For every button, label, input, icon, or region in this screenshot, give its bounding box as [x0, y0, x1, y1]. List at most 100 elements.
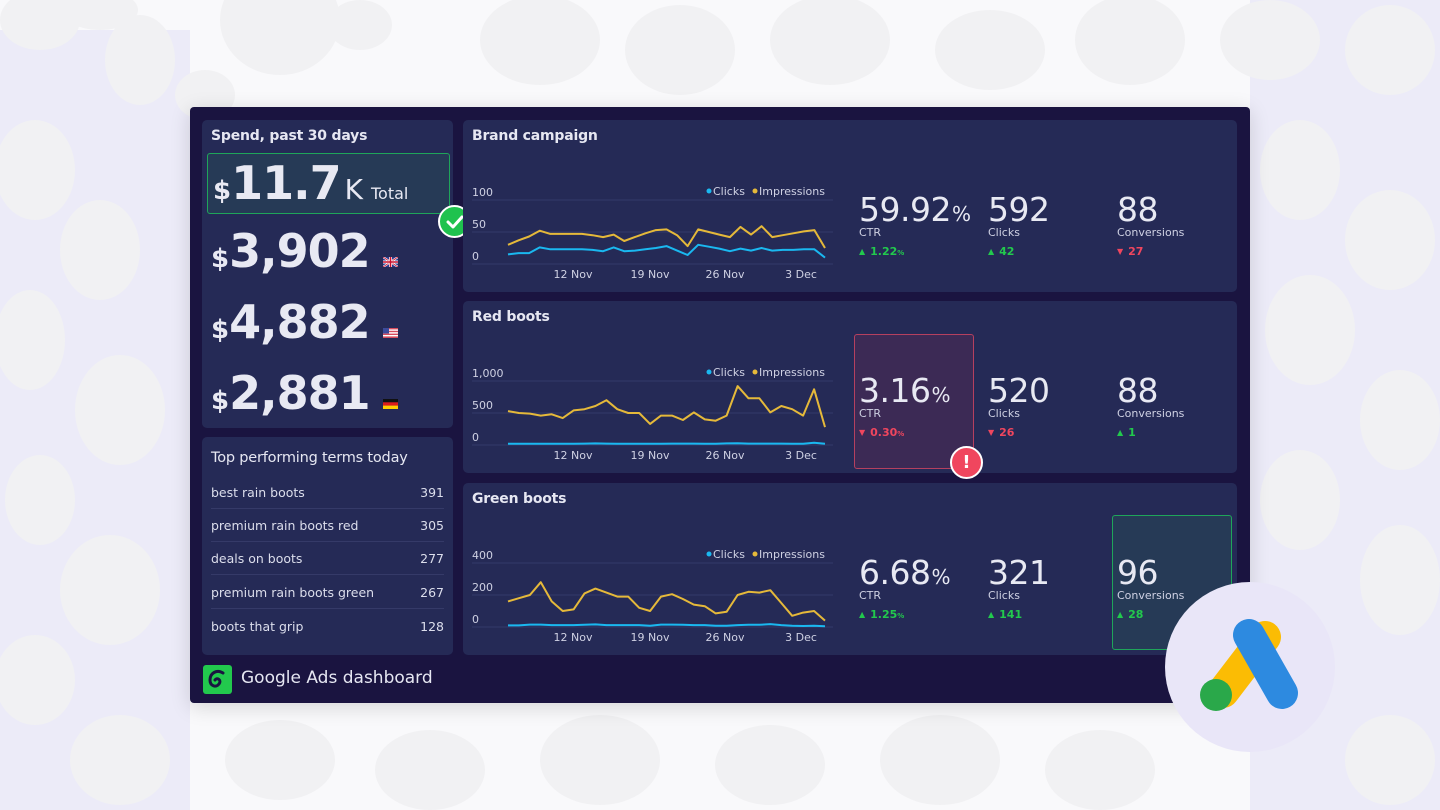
- chart-legend: Clicks Impressions: [706, 548, 825, 561]
- metric-delta: ▲ 1.22%: [859, 245, 971, 258]
- legend-impressions-marker: [752, 369, 758, 375]
- metric-conversions: 88 Conversions ▲ 1: [1117, 371, 1184, 439]
- metric-name: Conversions: [1117, 407, 1185, 420]
- spend-germany-value: 2,881: [229, 366, 371, 420]
- arrow-up-icon: ▲: [859, 247, 866, 256]
- metric-value: 321: [988, 553, 1050, 592]
- x-tick-label: 3 Dec: [785, 449, 817, 462]
- metric-value: 3.16: [859, 371, 931, 410]
- metric-ctr: 59.92% CTR ▲ 1.22%: [859, 190, 971, 258]
- metric-delta: ▲ 1: [1117, 426, 1184, 439]
- spend-title: Spend, past 30 days: [211, 128, 368, 144]
- arrow-up-icon: ▲: [1117, 610, 1124, 619]
- arrow-up-icon: ▲: [1117, 428, 1124, 437]
- spend-total: $11.7 K Total: [213, 156, 408, 210]
- legend-clicks: Clicks: [713, 548, 745, 561]
- term-row: boots that grip 128: [211, 610, 444, 643]
- term-count: 128: [420, 619, 444, 634]
- chart-legend: Clicks Impressions: [706, 366, 825, 379]
- metric-delta: ▲ 141: [988, 608, 1050, 621]
- delta-value: 27: [1128, 245, 1144, 258]
- delta-suffix: %: [897, 249, 905, 257]
- spend-us: $4,882: [211, 295, 398, 349]
- term-row: premium rain boots green 267: [211, 576, 444, 609]
- term-row: premium rain boots red 305: [211, 509, 444, 542]
- series-line-clicks: [507, 243, 826, 259]
- x-tick-label: 12 Nov: [554, 268, 593, 281]
- spend-panel: Spend, past 30 days $11.7 K Total $3,902 $…: [202, 120, 471, 428]
- x-tick-label: 26 Nov: [706, 631, 745, 644]
- brand-campaign-chart: 0 50 100 12 Nov 19 Nov 26 Nov 3 Dec Clicks Impre…: [472, 185, 833, 281]
- arrow-up-icon: ▲: [988, 247, 995, 256]
- x-tick-label: 3 Dec: [785, 268, 817, 281]
- metric-value: 6.68: [859, 553, 931, 592]
- term-count: 305: [420, 517, 444, 533]
- metric-delta: ▼ 26: [988, 426, 1050, 439]
- metric-ctr: 6.68% CTR ▲ 1.25%: [859, 553, 950, 621]
- metric-delta: ▲ 1.25%: [859, 608, 950, 621]
- metric-delta: ▼ 0.30%: [859, 426, 950, 439]
- top-terms-title: Top performing terms today: [211, 450, 408, 466]
- metric-delta: ▼ 27: [1117, 245, 1184, 258]
- legend-impressions: Impressions: [759, 548, 825, 561]
- metric-ctr: 3.16% CTR ▼ 0.30%: [859, 371, 950, 439]
- delta-value: 26: [999, 426, 1015, 439]
- y-tick-label: 400: [472, 549, 493, 562]
- arrow-up-icon: ▲: [988, 610, 995, 619]
- google-ads-icon: [1200, 619, 1298, 711]
- campaign-panel-green-boots: Green boots 0 200 400 12 Nov 19 Nov 26 Nov 3 D…: [463, 483, 1237, 655]
- legend-clicks-marker: [706, 369, 712, 375]
- spend-total-unit: K: [344, 173, 363, 206]
- legend-clicks-marker: [706, 188, 712, 194]
- delta-value: 42: [999, 245, 1015, 258]
- y-tick-label: 50: [472, 218, 486, 231]
- term-count: 267: [420, 584, 444, 600]
- metric-value: 59.92: [859, 190, 951, 229]
- spend-total-label: Total: [370, 184, 409, 203]
- brand-logo-icon: [203, 665, 232, 694]
- spend-uk-value: 3,902: [229, 224, 371, 278]
- x-tick-label: 19 Nov: [631, 268, 670, 281]
- arrow-down-icon: ▼: [988, 428, 995, 437]
- y-tick-label: 0: [472, 250, 479, 263]
- legend-impressions-marker: [752, 188, 758, 194]
- y-tick-label: 0: [472, 431, 479, 444]
- metric-suffix: %: [931, 383, 950, 407]
- series-line-impressions: [507, 581, 826, 622]
- uk-flag-icon: [382, 257, 398, 267]
- metric-delta: ▲ 42: [988, 245, 1050, 258]
- x-tick-label: 12 Nov: [554, 631, 593, 644]
- metric-value: 88: [1117, 190, 1159, 229]
- term-row: deals on boots 277: [211, 542, 444, 575]
- metric-value: 520: [988, 371, 1050, 410]
- campaign-panel-red-boots: Red boots 0 500 1,000 12 Nov 19 Nov 26 Nov 3 D…: [463, 301, 1237, 473]
- spend-us-value: 4,882: [229, 295, 371, 349]
- x-tick-label: 26 Nov: [706, 268, 745, 281]
- delta-suffix: %: [897, 612, 905, 620]
- spend-total-value: 11.7: [231, 156, 341, 210]
- legend-clicks: Clicks: [713, 185, 745, 198]
- term-count: 277: [420, 550, 444, 566]
- y-tick-label: 0: [472, 613, 479, 626]
- term-row: best rain boots 391: [211, 476, 444, 509]
- currency-symbol: $: [211, 244, 230, 274]
- metric-value: 96: [1117, 553, 1159, 592]
- arrow-down-icon: ▼: [859, 428, 866, 437]
- y-tick-label: 100: [472, 186, 493, 199]
- legend-clicks-marker: [706, 551, 712, 557]
- delta-value: 1.22: [870, 245, 898, 258]
- series-line-clicks: [508, 441, 826, 445]
- chart-legend: Clicks Impressions: [706, 185, 825, 198]
- term-label: boots that grip: [211, 619, 304, 634]
- metric-value: 88: [1117, 371, 1159, 410]
- metric-clicks: 520 Clicks ▼ 26: [988, 371, 1050, 439]
- delta-value: 141: [999, 608, 1023, 621]
- term-label: best rain boots: [211, 484, 305, 500]
- metric-name: Conversions: [1117, 226, 1185, 239]
- us-flag-icon: [382, 328, 398, 338]
- term-label: premium rain boots green: [211, 584, 375, 600]
- alert-icon: !: [950, 446, 983, 479]
- legend-clicks: Clicks: [713, 366, 745, 379]
- term-label: deals on boots: [211, 550, 303, 566]
- term-label: premium rain boots red: [211, 517, 359, 533]
